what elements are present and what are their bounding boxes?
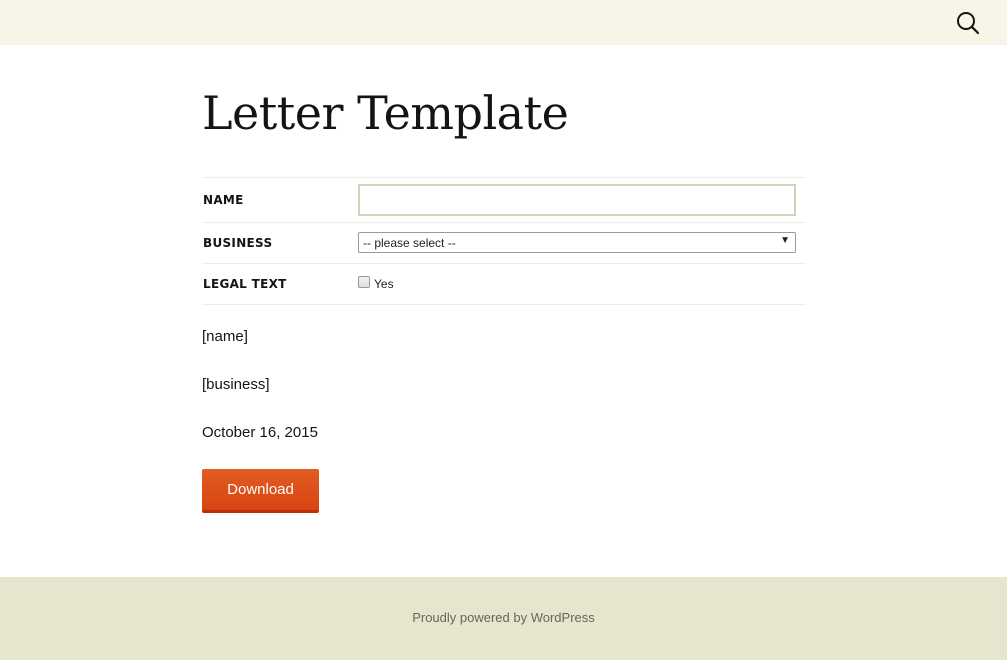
site-footer: Proudly powered by WordPress <box>0 577 1007 660</box>
form-row-business: BUSINESS -- please select -- ▼ <box>202 223 806 264</box>
name-label: NAME <box>203 193 244 207</box>
business-label: BUSINESS <box>203 236 273 250</box>
letter-business-field: [business] <box>202 376 270 393</box>
search-icon <box>957 12 980 35</box>
business-select-value: -- please select -- <box>363 236 456 250</box>
letter-name-field: [name] <box>202 328 248 345</box>
letter-form: NAME BUSINESS -- please select -- ▼ LEGA… <box>202 177 806 305</box>
letter-date: October 16, 2015 <box>202 424 318 441</box>
page-title: Letter Template <box>202 86 569 140</box>
name-input[interactable] <box>358 184 796 216</box>
form-row-name: NAME <box>202 178 806 223</box>
form-row-legal-text: LEGAL TEXT Yes <box>202 264 806 305</box>
legal-text-checkbox[interactable] <box>358 276 370 288</box>
top-bar <box>0 0 1007 45</box>
download-button[interactable]: Download <box>202 469 319 513</box>
dropdown-arrow-icon: ▼ <box>780 235 790 246</box>
wordpress-credit-link[interactable]: Proudly powered by WordPress <box>412 610 595 625</box>
legal-text-option-label[interactable]: Yes <box>374 277 394 291</box>
legal-text-label: LEGAL TEXT <box>203 277 287 291</box>
footer-credit: Proudly powered by WordPress <box>0 610 1007 625</box>
search-button[interactable] <box>956 11 980 35</box>
business-select[interactable]: -- please select -- ▼ <box>358 232 796 253</box>
